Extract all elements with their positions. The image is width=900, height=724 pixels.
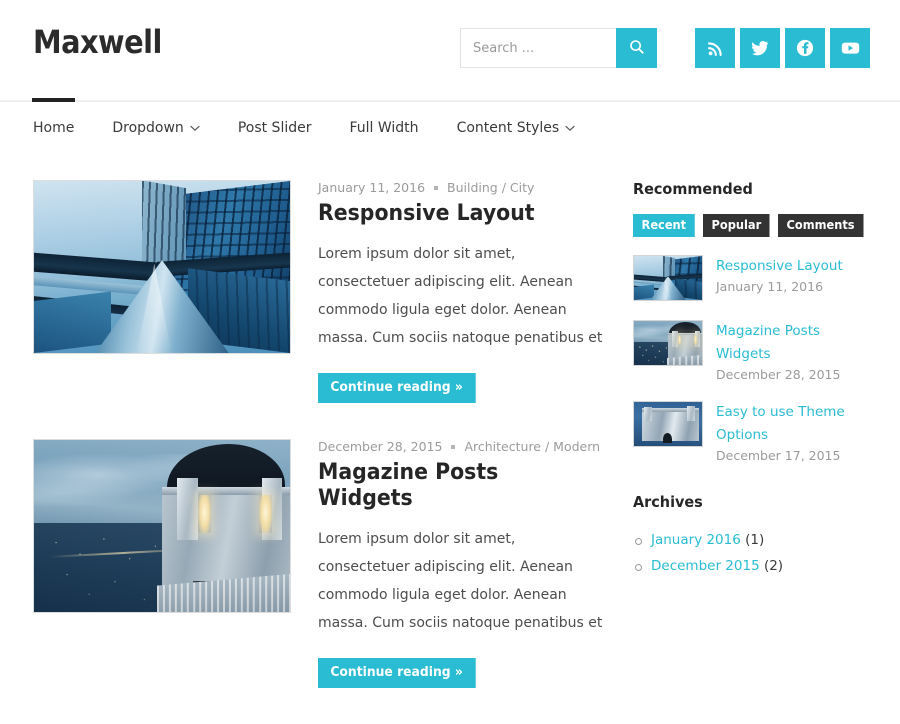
nav-item-label: Full Width <box>349 120 419 136</box>
nav-item-post-slider[interactable]: Post Slider <box>238 102 312 154</box>
widget-title: Archives <box>633 493 703 511</box>
post-body: January 11, 2016 Building / City Respons… <box>291 180 606 404</box>
post-featured-image[interactable] <box>33 180 291 354</box>
continue-reading-button[interactable]: Continue reading » <box>318 373 476 404</box>
recommended-tabs: Recent Popular Comments <box>633 214 871 237</box>
tab-popular[interactable]: Popular <box>702 214 770 237</box>
photo-skyscraper-thumb <box>634 256 702 300</box>
nav-item-label: Content Styles <box>456 120 560 136</box>
search-input[interactable] <box>460 28 616 68</box>
post-excerpt: Lorem ipsum dolor sit amet, consectetuer… <box>318 246 603 347</box>
widget-recommended: Recommended Recent Popular Comments Resp… <box>633 180 871 463</box>
social-link-facebook[interactable] <box>785 28 825 68</box>
site-header: Maxwell <box>0 0 900 102</box>
nav-item-full-width[interactable]: Full Width <box>349 102 418 154</box>
youtube-icon <box>841 41 860 55</box>
sidebar: Recommended Recent Popular Comments Resp… <box>633 180 871 724</box>
nav-item-label: Post Slider <box>237 120 312 136</box>
list-item-title[interactable]: Easy to use Theme Options <box>716 401 871 447</box>
search-form <box>460 28 657 68</box>
facebook-icon <box>796 39 814 57</box>
list-item: Magazine Posts Widgets December 28, 2015 <box>633 320 871 382</box>
archive-count: (2) <box>763 558 784 574</box>
post-categories[interactable]: Building / City <box>447 180 534 195</box>
site-title[interactable]: Maxwell <box>33 26 162 58</box>
widget-title: Recommended <box>633 180 753 198</box>
social-links <box>695 28 870 68</box>
post-featured-image[interactable] <box>33 439 291 614</box>
list-item: Easy to use Theme Options December 17, 2… <box>633 401 871 463</box>
post-categories[interactable]: Architecture / Modern <box>464 439 600 454</box>
post-excerpt: Lorem ipsum dolor sit amet, consectetuer… <box>318 530 603 631</box>
meta-separator-icon <box>451 444 456 449</box>
archive-link[interactable]: December 2015 <box>651 558 760 574</box>
post-item: December 28, 2015 Architecture / Modern … <box>33 439 633 688</box>
nav-item-label: Home <box>33 120 75 136</box>
tab-recent[interactable]: Recent <box>633 214 695 237</box>
list-item: Responsive Layout January 11, 2016 <box>633 255 871 301</box>
twitter-icon <box>751 39 769 57</box>
continue-reading-button[interactable]: Continue reading » <box>318 657 476 688</box>
archive-link[interactable]: January 2016 <box>651 532 741 548</box>
chevron-down-icon <box>565 125 575 132</box>
content-wrapper: January 11, 2016 Building / City Respons… <box>0 154 900 724</box>
post-date: January 11, 2016 <box>318 180 426 195</box>
social-link-youtube[interactable] <box>830 28 870 68</box>
list-item-date: December 17, 2015 <box>716 448 841 463</box>
main-content: January 11, 2016 Building / City Respons… <box>33 180 633 724</box>
list-item: December 2015 (2) <box>633 553 871 579</box>
social-link-rss[interactable] <box>695 28 735 68</box>
post-title[interactable]: Responsive Layout <box>318 201 586 226</box>
list-item-body: Responsive Layout January 11, 2016 <box>703 255 843 301</box>
list-item-title[interactable]: Magazine Posts Widgets <box>716 320 871 366</box>
list-item-date: December 28, 2015 <box>716 367 841 382</box>
rss-icon <box>707 40 724 57</box>
post-meta: January 11, 2016 Building / City <box>318 180 606 195</box>
archive-count: (1) <box>745 532 765 548</box>
post-date: December 28, 2015 <box>318 439 443 455</box>
chevron-down-icon <box>190 125 200 132</box>
list-item-title[interactable]: Responsive Layout <box>716 255 843 278</box>
post-meta: December 28, 2015 Architecture / Modern <box>318 439 606 454</box>
widget-archives: Archives January 2016 (1) December 2015 … <box>633 493 871 579</box>
photo-skyscraper <box>34 181 290 353</box>
nav-item-dropdown[interactable]: Dropdown <box>112 102 200 154</box>
nav-item-content-styles[interactable]: Content Styles <box>457 102 576 154</box>
list-item-body: Easy to use Theme Options December 17, 2… <box>703 401 871 463</box>
post-body: December 28, 2015 Architecture / Modern … <box>291 439 606 688</box>
search-submit-button[interactable] <box>616 28 657 68</box>
list-item-body: Magazine Posts Widgets December 28, 2015 <box>703 320 871 382</box>
thumbnail[interactable] <box>633 401 703 447</box>
post-title[interactable]: Magazine Posts Widgets <box>318 460 586 511</box>
photo-observatory <box>34 440 290 613</box>
archives-list: January 2016 (1) December 2015 (2) <box>633 527 871 579</box>
nav-item-home[interactable]: Home <box>31 98 76 154</box>
social-link-twitter[interactable] <box>740 28 780 68</box>
thumbnail[interactable] <box>633 320 703 366</box>
tab-comments[interactable]: Comments <box>778 214 864 237</box>
search-icon <box>629 39 645 58</box>
header-right <box>460 28 870 68</box>
photo-observatory-closeup-thumb <box>634 402 702 446</box>
post-item: January 11, 2016 Building / City Respons… <box>33 180 633 404</box>
nav-item-label: Dropdown <box>112 120 184 136</box>
thumbnail[interactable] <box>633 255 703 301</box>
meta-separator-icon <box>434 185 439 190</box>
page-root: Maxwell Search ... Home Dropdown Post Sl… <box>0 0 900 724</box>
photo-observatory-thumb <box>634 321 702 365</box>
list-item: January 2016 (1) <box>633 527 871 553</box>
main-navigation: Home Dropdown Post Slider Full Width Con… <box>0 98 900 154</box>
list-item-date: January 11, 2016 <box>716 279 824 294</box>
